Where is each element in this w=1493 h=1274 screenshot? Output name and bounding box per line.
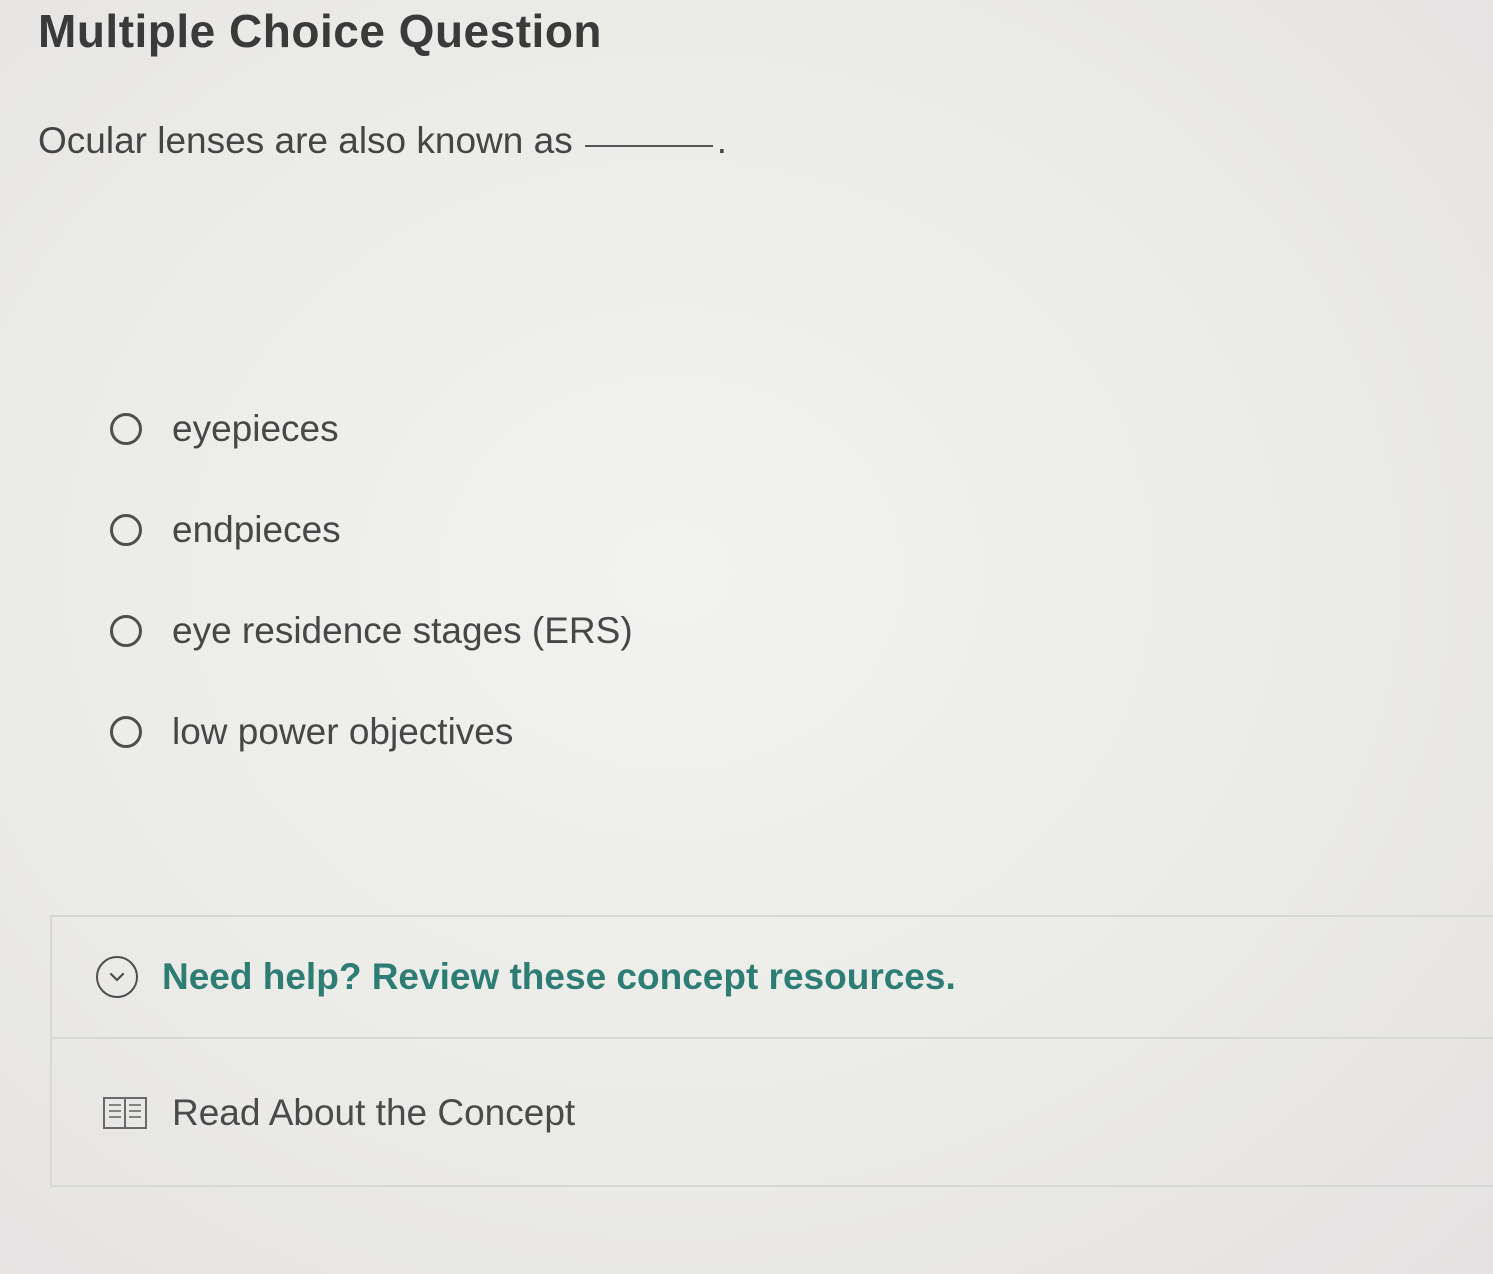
answer-options: eyepieces endpieces eye residence stages… [110,378,633,782]
radio-button[interactable] [110,715,142,748]
radio-button[interactable] [110,513,142,546]
question-end-punct: . [716,120,727,161]
answer-blank [584,145,713,147]
book-icon [102,1094,148,1132]
question-text: Ocular lenses are also known as [38,120,573,161]
chevron-down-icon[interactable] [96,956,138,998]
option-label: eye residence stages (ERS) [172,609,633,651]
help-toggle[interactable]: Need help? Review these concept resource… [52,917,1493,1039]
option-label: endpieces [172,508,341,550]
help-title: Need help? Review these concept resource… [162,956,956,997]
question-prompt: Ocular lenses are also known as . [38,120,727,162]
option-eyepieces[interactable]: eyepieces [110,378,633,479]
page-title: Multiple Choice Question [38,5,603,57]
option-eye-residence-stages[interactable]: eye residence stages (ERS) [110,580,633,681]
radio-button[interactable] [110,412,142,445]
option-low-power-objectives[interactable]: low power objectives [110,681,633,782]
option-label: low power objectives [172,710,514,752]
radio-button[interactable] [110,614,142,647]
read-about-concept-link[interactable]: Read About the Concept [52,1039,1493,1187]
option-endpieces[interactable]: endpieces [110,479,633,580]
resource-label: Read About the Concept [172,1092,576,1133]
help-panel: Need help? Review these concept resource… [50,915,1493,1187]
option-label: eyepieces [172,407,339,449]
